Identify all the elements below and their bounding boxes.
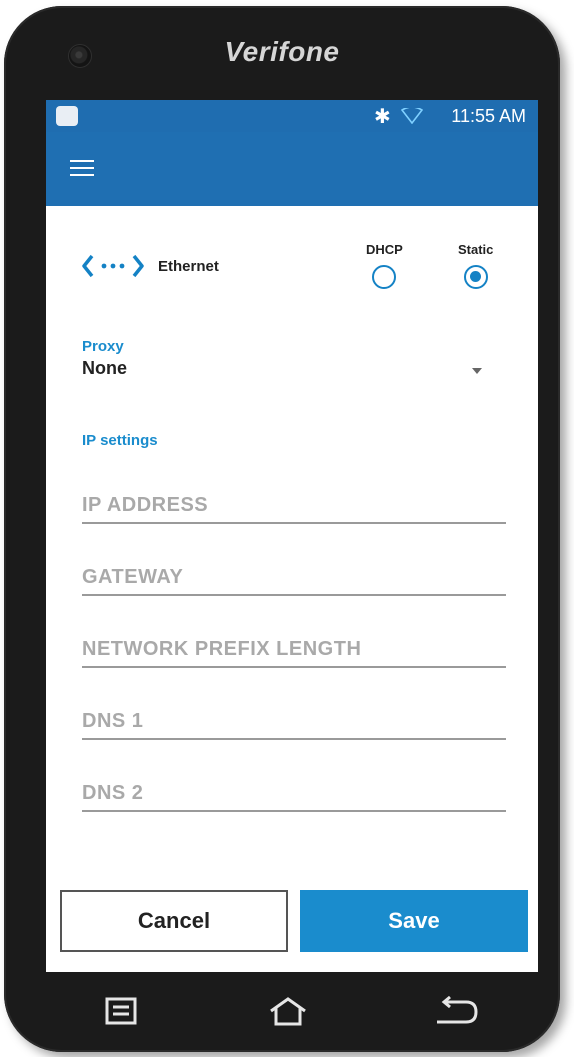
static-option[interactable]: Static [458,242,493,289]
save-button[interactable]: Save [300,890,528,952]
dns2-field[interactable] [82,776,506,812]
static-radio[interactable] [463,265,488,289]
dns2-input[interactable] [82,776,506,810]
proxy-dropdown[interactable]: None [82,358,482,386]
ethernet-label: Ethernet [158,258,219,275]
app-bar [46,132,538,206]
brand-logo: Verifone [224,36,340,67]
recents-icon[interactable] [104,996,138,1026]
ip-address-field[interactable] [82,488,506,524]
dropdown-arrow-icon [472,368,482,374]
gateway-input[interactable] [82,560,506,594]
ip-address-input[interactable] [82,488,506,522]
dhcp-radio[interactable] [372,265,397,289]
wifi-icon [401,108,423,124]
back-icon[interactable] [434,996,480,1028]
device-frame: Verifone ✱ 11:55 AM Ethernet DHCP Static… [4,6,560,1052]
app-notification-icon [56,106,78,126]
screen: ✱ 11:55 AM Ethernet DHCP Static Proxy No… [46,100,538,972]
dns1-field[interactable] [82,704,506,740]
dhcp-option[interactable]: DHCP [366,242,403,289]
network-prefix-length-input[interactable] [82,632,506,666]
proxy-label: Proxy [82,338,124,355]
ethernet-row: Ethernet DHCP Static [82,242,502,289]
dhcp-label: DHCP [366,242,403,257]
ip-settings-heading: IP settings [82,432,158,449]
static-label: Static [458,242,494,257]
dns1-input[interactable] [82,704,506,738]
ethernet-icon [82,254,144,278]
status-time: 11:55 AM [451,106,526,126]
bluetooth-icon: ✱ [374,106,391,128]
gateway-field[interactable] [82,560,506,596]
network-prefix-length-field[interactable] [82,632,506,668]
menu-icon[interactable] [70,160,94,178]
navigation-keys [4,972,560,1052]
proxy-value: None [82,358,127,378]
cancel-button[interactable]: Cancel [60,890,288,952]
home-icon[interactable] [268,996,308,1028]
status-bar: ✱ 11:55 AM [46,100,538,132]
